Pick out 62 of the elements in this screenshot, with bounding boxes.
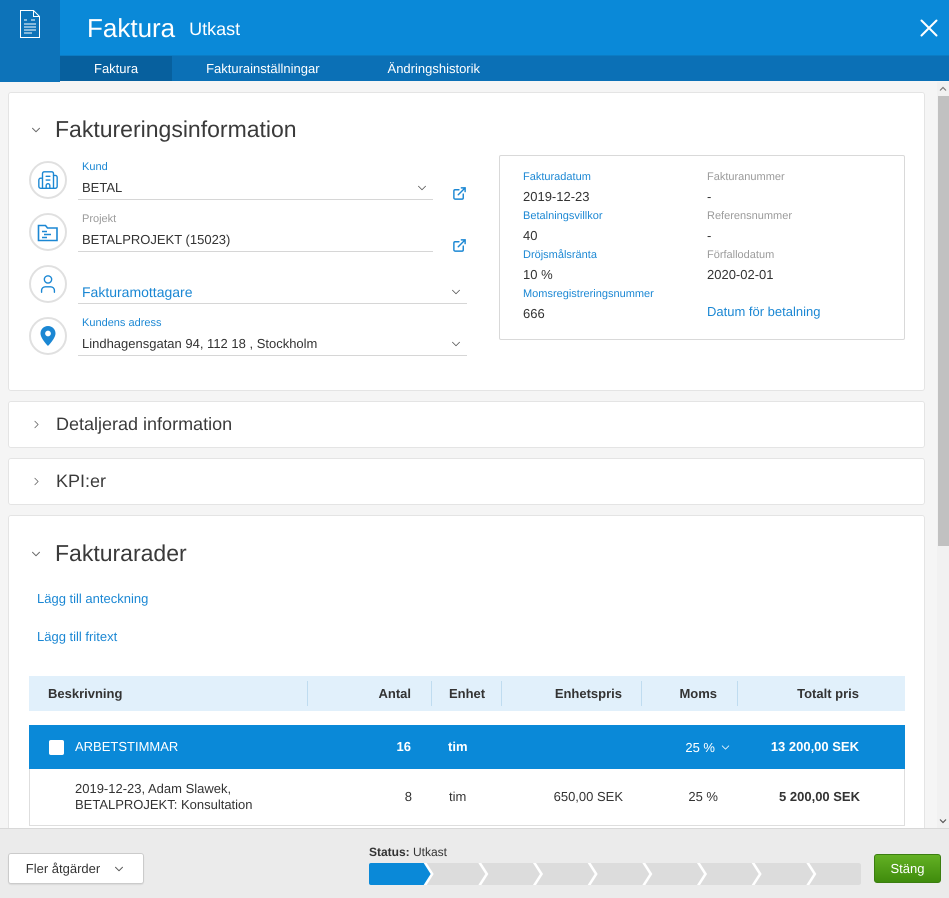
checkbox[interactable] [49,740,64,754]
column-header[interactable]: Totalt pris [797,686,859,701]
field-label: Kundens adress [82,316,162,330]
info-label: Betalningsvillkor [523,209,602,224]
map-pin-icon [29,317,67,355]
table-cell: ARBETSTIMMAR [75,739,178,755]
building-icon [29,161,67,199]
info-value: - [707,227,712,245]
info-value: - [707,188,712,206]
person-icon [29,265,67,303]
close-button[interactable] [920,18,938,36]
vat-dropdown[interactable]: 25 % [685,740,732,754]
folder-icon [29,213,67,251]
action-link[interactable]: Lägg till fritext [37,628,118,646]
info-label: Referensnummer [707,209,792,224]
column-header[interactable]: Antal [378,686,411,701]
more-actions-button[interactable]: Fler åtgärder [8,853,144,884]
section-title: Faktureringsinformation [55,116,297,144]
table-cell: 16 [396,739,411,755]
action-link[interactable]: Lägg till anteckning [37,590,148,608]
table-cell-text: 2019-12-23, Adam Slawek, BETALPROJEKT: Konsultation [75,781,254,813]
table-cell: 8 [404,789,412,805]
external-link-icon[interactable] [452,186,467,201]
tab[interactable]: Fakturainställningar [172,56,354,81]
tab[interactable]: Faktura [60,56,172,81]
dropdown-field[interactable]: Lindhagensgatan 94, 112 18 , Stockholm [78,332,467,356]
dropdown-field[interactable]: BETAL [78,176,433,200]
payment-date-link[interactable]: Datum för betalning [707,301,820,323]
info-label: Dröjsmålsränta [523,248,597,263]
table-cell: 5 200,00 SEK [779,789,860,805]
dropdown-field[interactable]: Fakturamottagare [78,280,467,304]
table-cell: tim [448,739,468,755]
table-cell: tim [449,789,466,805]
info-label: Förfallodatum [707,248,774,263]
section-title: Detaljerad information [56,414,232,436]
field-label: Kund [82,160,108,174]
section-title: KPI:er [56,470,106,492]
scrollbar[interactable] [937,82,949,828]
scrollbar-thumb[interactable] [938,96,948,546]
column-header[interactable]: Beskrivning [48,686,122,701]
column-header[interactable]: Enhetspris [554,686,622,701]
info-value: 40 [523,227,538,245]
column-header[interactable]: Enhet [449,686,486,701]
info-label: Fakturanummer [707,170,785,185]
column-header[interactable]: Moms [679,686,717,701]
table-cell: 650,00 SEK [554,789,623,805]
info-value: 10 % [523,266,553,284]
info-label: Momsregistreringsnummer [523,287,654,302]
info-value: 666 [523,305,545,323]
info-label: Fakturadatum [523,170,591,185]
document-icon [19,9,41,39]
info-value: 2020-02-01 [707,266,774,284]
info-value: 2019-12-23 [523,188,590,206]
close-icon [920,18,938,36]
table-cell: 13 200,00 SEK [770,739,859,755]
window-subtitle: Utkast [189,18,240,41]
table-cell: 25 % [688,789,718,805]
status-text: Status: Utkast [369,844,448,860]
tab[interactable]: Ändringshistorik [354,56,514,81]
window-title: Faktura [87,12,176,42]
section-title: Fakturarader [55,540,187,568]
field-label: Projekt [82,212,116,226]
